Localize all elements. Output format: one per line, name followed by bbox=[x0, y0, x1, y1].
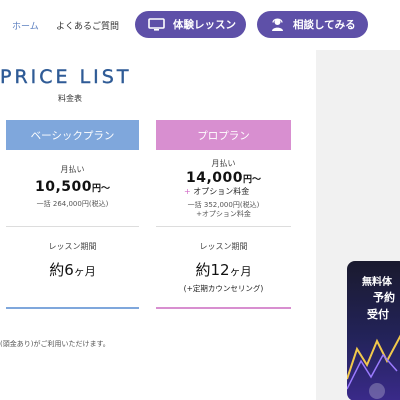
basic-period-prefix: 約 bbox=[49, 261, 65, 279]
pro-option-plus: + bbox=[184, 187, 191, 196]
pro-period-note: (+定期カウンセリング) bbox=[183, 284, 264, 293]
pro-price-value: 14,000 bbox=[185, 170, 243, 186]
pro-bottom-bar bbox=[156, 307, 291, 309]
payment-footnote: (頭金あり)がご利用いただけます。 bbox=[0, 340, 110, 348]
monitor-icon bbox=[148, 17, 165, 32]
pro-period-label: レッスン期間 bbox=[199, 242, 248, 251]
price-list-title: PRICE LIST bbox=[0, 66, 132, 88]
basic-period-num: 6 bbox=[64, 261, 74, 279]
top-nav-bar: ホーム よくあるご質問 体験レッスン 相談してみる bbox=[0, 0, 400, 50]
trial-lesson-label: 体験レッスン bbox=[173, 19, 236, 31]
pro-price: 14,000円〜 bbox=[156, 167, 291, 186]
basic-plan-header: ベーシックプラン bbox=[6, 120, 139, 150]
basic-price-value: 10,500 bbox=[34, 179, 92, 195]
banner-line-1: 無料体 bbox=[362, 277, 392, 288]
basic-period-label: レッスン期間 bbox=[48, 242, 97, 251]
basic-monthly-label: 月払い bbox=[60, 165, 85, 174]
basic-lump-sum: 一括 264,000円(税込) bbox=[36, 200, 109, 208]
banner-line-3: 受付 bbox=[367, 308, 389, 321]
pro-divider bbox=[156, 226, 291, 227]
pro-period-prefix: 約 bbox=[195, 261, 211, 279]
nav-link-home[interactable]: ホーム bbox=[12, 19, 39, 32]
pro-option-label: オプション料金 bbox=[193, 187, 250, 196]
headset-person-icon bbox=[270, 17, 285, 32]
pro-plan-header: プロプラン bbox=[156, 120, 291, 150]
basic-price-unit: 円〜 bbox=[92, 184, 111, 194]
pro-option-fee: + オプション料金 bbox=[184, 186, 249, 197]
basic-divider bbox=[6, 226, 139, 227]
basic-period: 約6ヶ月 bbox=[6, 259, 139, 280]
price-list-subtitle: 料金表 bbox=[58, 94, 82, 103]
consult-button[interactable]: 相談してみる bbox=[257, 11, 368, 38]
nav-link-faq[interactable]: よくあるご質問 bbox=[56, 19, 119, 32]
basic-period-suffix: ヶ月 bbox=[73, 265, 96, 278]
pro-price-unit: 円〜 bbox=[243, 175, 262, 185]
banner-line-2: 予約 bbox=[373, 291, 395, 304]
trial-lesson-button[interactable]: 体験レッスン bbox=[135, 11, 246, 38]
pro-period-num: 12 bbox=[210, 261, 230, 279]
consult-label: 相談してみる bbox=[293, 19, 356, 31]
basic-bottom-bar bbox=[6, 307, 139, 309]
pro-lump-option: +オプション料金 bbox=[196, 210, 251, 218]
free-trial-banner[interactable]: 無料体 予約 受付 bbox=[347, 261, 400, 400]
pro-period: 約12ヶ月 bbox=[156, 259, 291, 280]
basic-price: 10,500円〜 bbox=[6, 176, 139, 195]
pro-period-suffix: ヶ月 bbox=[229, 265, 252, 278]
